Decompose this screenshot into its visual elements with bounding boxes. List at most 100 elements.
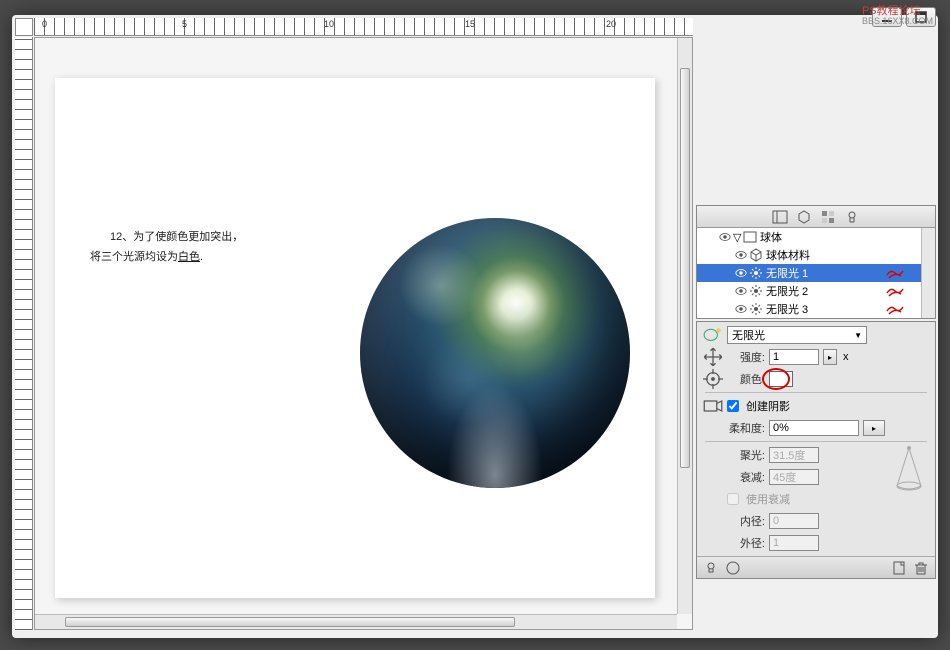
visibility-icon[interactable] xyxy=(733,247,749,263)
intensity-suffix: x xyxy=(843,351,849,363)
ruler-vertical xyxy=(15,37,33,630)
inner-row: 内径: xyxy=(697,510,935,532)
ruler-tick: 5 xyxy=(182,19,187,29)
ruler-tick: 15 xyxy=(465,19,475,29)
softness-row: 柔和度: ▸ xyxy=(697,417,935,439)
shadow-label: 创建阴影 xyxy=(746,398,790,414)
annotation-line1: 12、为了使颜色更加突出， xyxy=(110,228,243,248)
earth-sphere-3d[interactable] xyxy=(360,218,630,488)
panel-stack: ▽ 球体 球体材料 无限光 1 无限 xyxy=(696,205,936,581)
visibility-icon[interactable] xyxy=(733,301,749,317)
canvas-area: 12、为了使颜色更加突出， 将三个光源均设为白色. xyxy=(34,37,693,630)
visibility-icon[interactable] xyxy=(717,229,733,245)
divider xyxy=(705,392,927,393)
scroll-thumb-h[interactable] xyxy=(65,617,515,627)
spotlight-section: 聚光: 衰减: 使用衰减 xyxy=(697,444,935,510)
ruler-tick: 0 xyxy=(42,19,47,29)
slider-btn[interactable]: ▸ xyxy=(823,349,837,365)
divider xyxy=(705,441,927,442)
ruler-horizontal: 0 5 10 15 20 xyxy=(34,18,693,36)
tree-scrollbar[interactable] xyxy=(921,228,935,318)
scene-panel-tabs xyxy=(697,206,935,228)
expand-toggle[interactable]: ▽ xyxy=(733,231,743,244)
cone-diagram xyxy=(891,444,927,494)
tree-item-material[interactable]: 球体材料 xyxy=(697,246,935,264)
use-falloff-row: 使用衰减 xyxy=(697,488,891,510)
inner-input xyxy=(769,513,819,529)
outer-label: 外径: xyxy=(727,535,765,551)
light-type-dropdown[interactable]: 无限光 ▼ xyxy=(727,326,867,344)
dropdown-value: 无限光 xyxy=(732,327,765,343)
tab-light-icon[interactable] xyxy=(844,209,860,225)
tree-label: 无限光 2 xyxy=(766,283,808,299)
use-falloff-label: 使用衰减 xyxy=(746,491,790,507)
scrollbar-vertical[interactable] xyxy=(677,38,692,614)
tree-label: 球体 xyxy=(760,229,782,245)
tree-item-light-3[interactable]: 无限光 3 xyxy=(697,300,935,318)
tree-item-light-1[interactable]: 无限光 1 xyxy=(697,264,935,282)
inner-label: 内径: xyxy=(727,513,765,529)
tab-material-icon[interactable] xyxy=(820,209,836,225)
color-label: 颜色: xyxy=(727,371,765,387)
use-falloff-checkbox xyxy=(727,493,739,505)
light-properties-panel: 无限光 ▼ 强度: ▸ x 颜色: xyxy=(696,321,936,579)
light-icon xyxy=(749,302,763,316)
visibility-icon[interactable] xyxy=(733,265,749,281)
falloff-label: 衰减: xyxy=(727,469,765,485)
spot-row: 聚光: xyxy=(697,444,891,466)
watermark-line2: BBS.16XX8.COM xyxy=(862,17,933,27)
add-icon[interactable] xyxy=(725,560,741,576)
tab-scene-icon[interactable] xyxy=(772,209,788,225)
prop-panel-body: 无限光 ▼ 强度: ▸ x 颜色: xyxy=(697,322,935,556)
falloff-input xyxy=(769,469,819,485)
scroll-thumb-v[interactable] xyxy=(680,68,690,468)
document-canvas[interactable]: 12、为了使颜色更加突出， 将三个光源均设为白色. xyxy=(55,78,655,598)
scene-panel: ▽ 球体 球体材料 无限光 1 无限 xyxy=(696,205,936,319)
shadow-row: 创建阴影 xyxy=(697,395,935,417)
red-annotation-mark xyxy=(885,301,907,317)
chevron-down-icon: ▼ xyxy=(854,331,862,340)
softness-input[interactable] xyxy=(769,420,859,436)
tree-item-light-2[interactable]: 无限光 2 xyxy=(697,282,935,300)
light-icon xyxy=(749,284,763,298)
move-icon[interactable] xyxy=(703,348,723,366)
new-item-icon[interactable] xyxy=(891,560,907,576)
tab-mesh-icon[interactable] xyxy=(796,209,812,225)
spot-label: 聚光: xyxy=(727,447,765,463)
red-annotation-mark xyxy=(885,283,907,299)
tree-label: 无限光 1 xyxy=(766,265,808,281)
tree-label: 无限光 3 xyxy=(766,301,808,317)
ruler-tick: 20 xyxy=(606,19,616,29)
tree-root-sphere[interactable]: ▽ 球体 xyxy=(697,228,935,246)
intensity-input[interactable] xyxy=(769,349,819,365)
light-type-row: 无限光 ▼ xyxy=(697,324,935,346)
color-swatch[interactable] xyxy=(769,371,793,387)
slider-btn[interactable]: ▸ xyxy=(863,420,885,436)
scrollbar-horizontal[interactable] xyxy=(35,614,677,629)
falloff-row: 衰减: xyxy=(697,466,891,488)
toggle-lights-icon[interactable] xyxy=(703,560,719,576)
spot-input xyxy=(769,447,819,463)
annotation-line2: 将三个光源均设为白色. xyxy=(90,248,243,268)
watermark: PS教程论坛 BBS.16XX8.COM xyxy=(862,5,933,27)
outer-row: 外径: xyxy=(697,532,935,554)
app-window: PS教程论坛 BBS.16XX8.COM 0 5 10 15 20 12、为了使… xyxy=(12,15,938,638)
cube-icon xyxy=(749,248,763,262)
scene-icon xyxy=(743,230,757,244)
new-light-icon[interactable] xyxy=(703,326,723,344)
panel-footer xyxy=(697,556,935,578)
outer-input xyxy=(769,535,819,551)
aim-icon[interactable] xyxy=(703,370,723,388)
tree-label: 球体材料 xyxy=(766,247,810,263)
light-icon xyxy=(749,266,763,280)
ruler-corner xyxy=(15,18,33,36)
intensity-label: 强度: xyxy=(727,349,765,365)
shadow-checkbox[interactable] xyxy=(727,400,739,412)
camera-icon[interactable] xyxy=(703,397,723,415)
intensity-row: 强度: ▸ x xyxy=(697,346,935,368)
red-annotation-mark xyxy=(885,265,907,281)
ruler-tick: 10 xyxy=(324,19,334,29)
delete-icon[interactable] xyxy=(913,560,929,576)
scene-tree: ▽ 球体 球体材料 无限光 1 无限 xyxy=(697,228,935,318)
visibility-icon[interactable] xyxy=(733,283,749,299)
